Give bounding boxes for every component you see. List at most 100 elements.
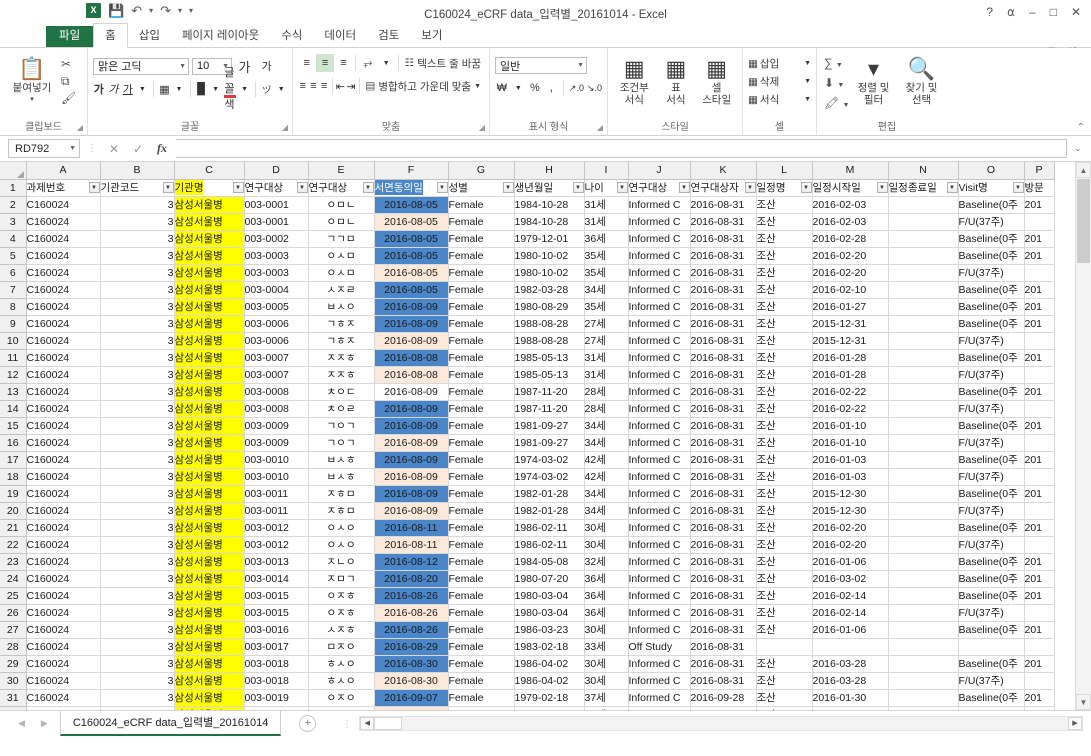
cell-O18[interactable]: F/U(37주): [958, 468, 1025, 486]
cell-F5[interactable]: 2016-08-05: [374, 247, 449, 265]
cell-L30[interactable]: 조산: [756, 672, 813, 690]
cell-L32[interactable]: 조산: [756, 706, 813, 710]
cell-H11[interactable]: 1985-05-13: [514, 349, 585, 367]
column-header-O[interactable]: O: [958, 162, 1025, 180]
header-cell-E[interactable]: 연구대상 ▼: [308, 179, 375, 197]
cell-L10[interactable]: 조산: [756, 332, 813, 350]
cell-P4[interactable]: 201: [1024, 230, 1055, 248]
filter-dropdown-F[interactable]: ▼: [436, 182, 447, 193]
cell-F17[interactable]: 2016-08-09: [374, 451, 449, 469]
cell-F21[interactable]: 2016-08-11: [374, 519, 449, 537]
cell-E9[interactable]: ㄱㅎㅈ: [308, 315, 375, 333]
filter-dropdown-D[interactable]: ▼: [296, 182, 307, 193]
cell-H30[interactable]: 1986-04-02: [514, 672, 585, 690]
cell-L5[interactable]: 조산: [756, 247, 813, 265]
cell-H20[interactable]: 1982-01-28: [514, 502, 585, 520]
cell-I29[interactable]: 30세: [584, 655, 629, 673]
cell-A16[interactable]: C160024: [26, 434, 101, 452]
row-header-16[interactable]: 16: [0, 434, 27, 452]
cell-C14[interactable]: 삼성서울병: [174, 400, 245, 418]
cell-E14[interactable]: ㅊㅇㄹ: [308, 400, 375, 418]
cell-M12[interactable]: 2016-01-28: [812, 366, 889, 384]
header-cell-G[interactable]: 성별 ▼: [448, 179, 515, 197]
cell-E23[interactable]: ㅈㄴㅇ: [308, 553, 375, 571]
cell-D28[interactable]: 003-0017: [244, 638, 309, 656]
cell-F25[interactable]: 2016-08-26: [374, 587, 449, 605]
cell-B15[interactable]: 3: [100, 417, 175, 435]
cell-H14[interactable]: 1987-11-20: [514, 400, 585, 418]
cell-C15[interactable]: 삼성서울병: [174, 417, 245, 435]
cell-K23[interactable]: 2016-08-31: [690, 553, 757, 571]
cell-C20[interactable]: 삼성서울병: [174, 502, 245, 520]
cell-E18[interactable]: ㅂㅅㅎ: [308, 468, 375, 486]
cell-G11[interactable]: Female: [448, 349, 515, 367]
cell-N2[interactable]: [888, 196, 959, 214]
align-right-icon[interactable]: ≡: [319, 77, 329, 95]
table-row[interactable]: 11 C160024 3 삼성서울병 003-0007 ㅈㅈㅎ 2016-08-08 Fema…: [0, 349, 1055, 367]
tab-review[interactable]: 검토: [367, 24, 410, 47]
cell-N16[interactable]: [888, 434, 959, 452]
cell-P15[interactable]: 201: [1024, 417, 1055, 435]
cell-E6[interactable]: ㅇㅅㅁ: [308, 264, 375, 282]
cell-H21[interactable]: 1986-02-11: [514, 519, 585, 537]
font-name-chevron-down-icon[interactable]: ▼: [174, 63, 186, 70]
cell-J14[interactable]: Informed C: [628, 400, 691, 418]
cell-A20[interactable]: C160024: [26, 502, 101, 520]
cell-P10[interactable]: [1024, 332, 1055, 350]
cell-J12[interactable]: Informed C: [628, 366, 691, 384]
cell-P27[interactable]: 201: [1024, 621, 1055, 639]
cell-D6[interactable]: 003-0003: [244, 264, 309, 282]
name-box[interactable]: RD792 ▼: [8, 139, 80, 158]
cell-C28[interactable]: 삼성서울병: [174, 638, 245, 656]
table-row[interactable]: 10 C160024 3 삼성서울병 003-0006 ㄱㅎㅈ 2016-08-09 Fema…: [0, 332, 1055, 350]
sheet-nav-arrows[interactable]: ◀ ▶: [14, 718, 60, 729]
cell-H27[interactable]: 1986-03-23: [514, 621, 585, 639]
cell-J25[interactable]: Informed C: [628, 587, 691, 605]
cell-P23[interactable]: 201: [1024, 553, 1055, 571]
cell-G30[interactable]: Female: [448, 672, 515, 690]
cell-H24[interactable]: 1980-07-20: [514, 570, 585, 588]
cell-P16[interactable]: [1024, 434, 1055, 452]
cell-A21[interactable]: C160024: [26, 519, 101, 537]
cell-A19[interactable]: C160024: [26, 485, 101, 503]
header-cell-I[interactable]: 나이 ▼: [584, 179, 629, 197]
cell-A26[interactable]: C160024: [26, 604, 101, 622]
cell-D23[interactable]: 003-0013: [244, 553, 309, 571]
filter-dropdown-N[interactable]: ▼: [946, 182, 957, 193]
wrap-text-button[interactable]: ☷ 텍스트 줄 바꿈: [402, 55, 484, 72]
cell-B16[interactable]: 3: [100, 434, 175, 452]
hscroll-right-icon[interactable]: ▶: [1068, 717, 1082, 730]
header-cell-J[interactable]: 연구대상 ▼: [628, 179, 691, 197]
cell-G7[interactable]: Female: [448, 281, 515, 299]
cell-J24[interactable]: Informed C: [628, 570, 691, 588]
cell-P29[interactable]: 201: [1024, 655, 1055, 673]
column-header-P[interactable]: P: [1024, 162, 1055, 180]
table-row[interactable]: 23 C160024 3 삼성서울병 003-0013 ㅈㄴㅇ 2016-08-12 Fema…: [0, 553, 1055, 571]
cell-K16[interactable]: 2016-08-31: [690, 434, 757, 452]
cell-K19[interactable]: 2016-08-31: [690, 485, 757, 503]
cell-B29[interactable]: 3: [100, 655, 175, 673]
cell-P11[interactable]: 201: [1024, 349, 1055, 367]
cell-N9[interactable]: [888, 315, 959, 333]
cell-K28[interactable]: 2016-08-31: [690, 638, 757, 656]
cell-F8[interactable]: 2016-08-09: [374, 298, 449, 316]
cell-O32[interactable]: F/U(37주): [958, 706, 1025, 710]
cell-K13[interactable]: 2016-08-31: [690, 383, 757, 401]
cell-O13[interactable]: Baseline(0주: [958, 383, 1025, 401]
cell-L17[interactable]: 조산: [756, 451, 813, 469]
table-row[interactable]: 20 C160024 3 삼성서울병 003-0011 ㅈㅎㅁ 2016-08-09 Fema…: [0, 502, 1055, 520]
cell-A11[interactable]: C160024: [26, 349, 101, 367]
vertical-scrollbar[interactable]: ▲ ▼: [1075, 162, 1091, 710]
cell-N27[interactable]: [888, 621, 959, 639]
cell-L14[interactable]: 조산: [756, 400, 813, 418]
cell-C13[interactable]: 삼성서울병: [174, 383, 245, 401]
cell-D19[interactable]: 003-0011: [244, 485, 309, 503]
cell-P9[interactable]: 201: [1024, 315, 1055, 333]
tab-home[interactable]: 홈: [93, 23, 128, 48]
cell-D27[interactable]: 003-0016: [244, 621, 309, 639]
cell-O5[interactable]: Baseline(0주: [958, 247, 1025, 265]
cell-J31[interactable]: Informed C: [628, 689, 691, 707]
cell-G29[interactable]: Female: [448, 655, 515, 673]
currency-chevron-down-icon[interactable]: ▼: [512, 79, 526, 97]
maximize-icon[interactable]: □: [1050, 4, 1057, 20]
